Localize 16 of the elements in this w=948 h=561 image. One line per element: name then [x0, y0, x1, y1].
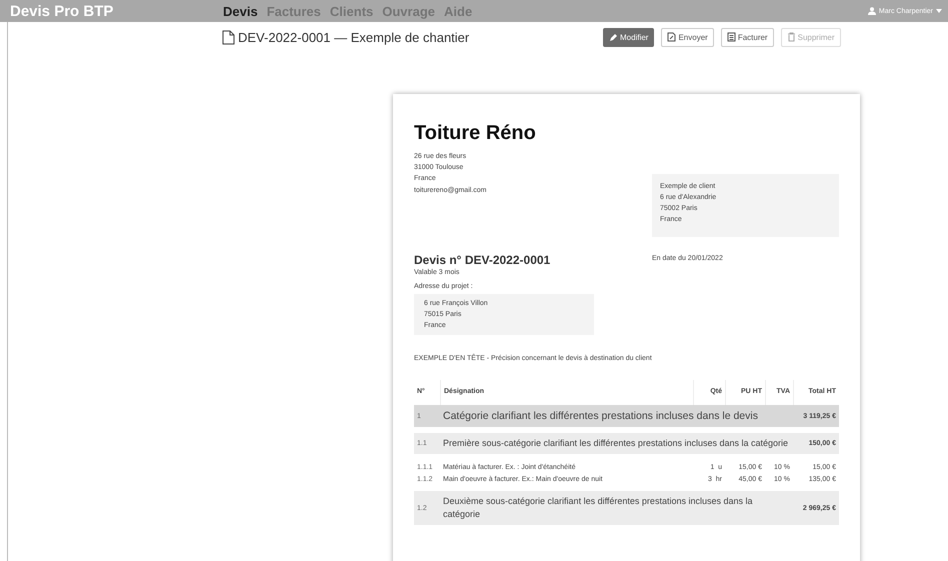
action-button[interactable]: Facturer: [720, 28, 774, 46]
quote-number: Devis n° DEV-2022-0001: [414, 253, 550, 267]
nav-tab[interactable]: Devis: [223, 4, 258, 18]
trash-icon: [786, 32, 796, 42]
document-icon: [667, 32, 676, 42]
document-title: DEV-2022-0001 — Exemple de chantier: [238, 30, 470, 44]
list-icon: [726, 32, 736, 42]
company-name: Toiture Réno: [414, 122, 536, 145]
document-icon: [222, 30, 235, 44]
caret-icon: [936, 9, 942, 13]
action-button[interactable]: Envoyer: [661, 28, 714, 46]
section-title: Catégorie clarifiant les différentes prestations incluses dans le devis: [440, 405, 793, 427]
user-icon: [868, 7, 876, 15]
app-title: Devis Pro BTP: [10, 2, 114, 20]
action-button[interactable]: Modifier: [603, 28, 654, 46]
pencil-icon: [609, 32, 618, 42]
